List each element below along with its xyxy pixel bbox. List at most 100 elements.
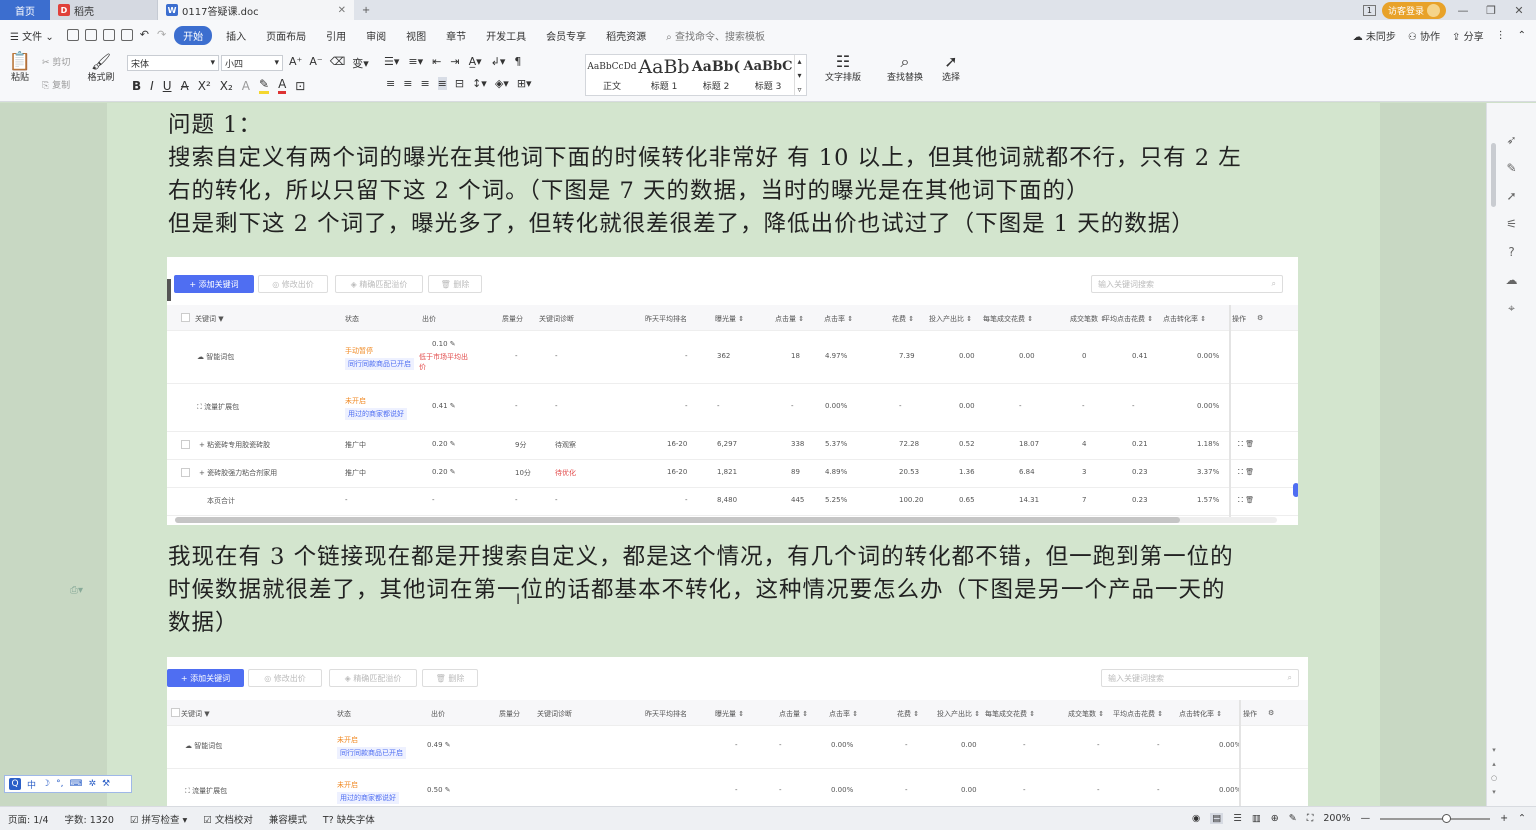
font-size-select[interactable]: 小四 ▾ xyxy=(221,55,283,71)
close-tab-icon[interactable]: ✕ xyxy=(338,5,346,16)
find-replace-button[interactable]: ⌕ 查找替换 xyxy=(880,54,930,84)
strikethrough-icon[interactable]: A̶ xyxy=(181,79,189,93)
justify-icon[interactable]: ≡ xyxy=(437,77,447,90)
menu-view[interactable]: 视图 xyxy=(396,28,436,43)
eye-protection-icon[interactable]: ◉ xyxy=(1192,813,1200,824)
zoom-in-icon[interactable]: + xyxy=(1500,813,1508,824)
shrink-font-icon[interactable]: A⁻ xyxy=(309,55,322,71)
word-count[interactable]: 字数: 1320 xyxy=(57,812,122,826)
menu-references[interactable]: 引用 xyxy=(316,28,356,43)
ime-toolbar[interactable]: Q 中 ☽ °, ⌨ ✲ ⚒ xyxy=(4,775,132,793)
doc-proofread[interactable]: ☑ 文档校对 xyxy=(195,812,261,826)
more-icon[interactable]: ⋮ xyxy=(1496,30,1506,41)
missing-font[interactable]: T? 缺失字体 xyxy=(315,812,383,826)
command-search[interactable]: ⌕ 查找命令、搜索模板 xyxy=(656,28,775,43)
embedded-screenshot-2[interactable]: + 添加关键词 ◎ 修改出价 ◈ 精确匹配溢价 🗑 删除 输入关键词搜索 ⌕ 关键… xyxy=(167,657,1308,806)
page-view-icon[interactable]: ▤ xyxy=(1210,813,1224,824)
new-tab-button[interactable]: + xyxy=(354,0,378,20)
menu-chapter[interactable]: 章节 xyxy=(436,28,476,43)
menu-review[interactable]: 审阅 xyxy=(356,28,396,43)
embedded-screenshot-1[interactable]: + 添加关键词 ◎ 修改出价 ◈ 精确匹配溢价 🗑 删除 输入关键词搜索 ⌕ 关键… xyxy=(167,257,1298,525)
chinese-layout-icon[interactable]: A̲▾ xyxy=(469,55,482,68)
vertical-scrollbar[interactable] xyxy=(1491,143,1496,207)
tab-document[interactable]: W 0117答疑课.doc ✕ xyxy=(158,0,354,20)
bullet-list-icon[interactable]: ☰▾ xyxy=(384,55,399,68)
reading-view-icon[interactable]: ▥ xyxy=(1252,813,1261,824)
print-preview-icon[interactable] xyxy=(120,29,133,41)
italic-icon[interactable]: I xyxy=(150,79,154,93)
page-nav-icons[interactable]: ▾ ▴ ○ ▾ xyxy=(1490,743,1498,799)
web-view-icon[interactable]: ⊕ xyxy=(1271,813,1279,824)
export-pdf-icon[interactable] xyxy=(84,29,97,41)
underline-icon[interactable]: U xyxy=(163,79,172,93)
document-page[interactable]: 问题 1： 搜索自定义有两个词的曝光在其他词下面的时候转化非常好 有 10 以上… xyxy=(107,103,1380,806)
shading-icon[interactable]: ◈▾ xyxy=(495,77,509,90)
font-name-select[interactable]: 宋体 ▾ xyxy=(127,55,219,71)
guest-login-button[interactable]: 访客登录 xyxy=(1381,1,1446,19)
phonetic-icon[interactable]: 变▾ xyxy=(352,55,369,71)
highlight-icon[interactable]: ✎ xyxy=(259,77,270,94)
grow-font-icon[interactable]: A⁺ xyxy=(289,55,302,71)
collaborate-button[interactable]: ⚇ 协作 xyxy=(1408,28,1440,43)
menu-insert[interactable]: 插入 xyxy=(216,28,256,43)
help-icon[interactable]: ? xyxy=(1505,245,1519,259)
write-view-icon[interactable]: ✎ xyxy=(1289,813,1297,824)
outdent-icon[interactable]: ⇤ xyxy=(432,55,441,68)
tab-home[interactable]: 首页 xyxy=(0,0,50,20)
show-marks-icon[interactable]: ¶ xyxy=(514,55,521,68)
copy-button[interactable]: ⎘ 复制 xyxy=(42,78,70,91)
sliders-icon[interactable]: ⚟ xyxy=(1505,217,1519,231)
format-painter-button[interactable]: 🖌 格式刷 xyxy=(86,54,116,84)
close-window-icon[interactable]: ✕ xyxy=(1508,4,1530,17)
collapse-ribbon-icon[interactable]: ⌃ xyxy=(1518,30,1526,41)
file-menu[interactable]: ☰ 文件 ⌄ xyxy=(0,28,64,43)
cut-button[interactable]: ✂ 剪切 xyxy=(42,55,70,68)
tab-docer[interactable]: D 稻壳 xyxy=(50,0,158,20)
menu-member[interactable]: 会员专享 xyxy=(536,28,596,43)
style-heading-1[interactable]: AaBb 标题 1 xyxy=(638,55,690,95)
clear-format-icon[interactable]: ⌫ xyxy=(330,55,346,71)
redo-icon[interactable]: ↷ xyxy=(157,27,166,43)
align-right-icon[interactable]: ≡ xyxy=(420,77,429,90)
indent-icon[interactable]: ⇥ xyxy=(450,55,459,68)
style-scroll-icon[interactable]: ▴ ▾ ▿ xyxy=(794,55,804,95)
undo-icon[interactable]: ↶ xyxy=(140,27,149,43)
fit-page-icon[interactable]: ⛶ xyxy=(1307,813,1314,824)
borders-icon[interactable]: ⊞▾ xyxy=(517,77,532,90)
page-indicator[interactable]: 页面: 1/4 xyxy=(0,812,57,826)
bold-icon[interactable]: B xyxy=(132,79,141,93)
line-spacing-icon[interactable]: ↕▾ xyxy=(472,77,487,90)
menu-docer-resources[interactable]: 稻壳资源 xyxy=(596,28,656,43)
line-break-icon[interactable]: ↲▾ xyxy=(491,55,506,68)
pointer-icon[interactable]: ➚ xyxy=(1505,189,1519,203)
print-icon[interactable] xyxy=(102,29,115,41)
style-normal[interactable]: AaBbCcDd 正文 xyxy=(586,55,638,95)
distributed-icon[interactable]: ⊟ xyxy=(455,77,464,90)
zoom-slider[interactable] xyxy=(1380,813,1491,823)
subscript-icon[interactable]: X₂ xyxy=(220,79,233,93)
save-icon[interactable] xyxy=(66,29,79,41)
text-layout-button[interactable]: ☷ 文字排版 xyxy=(818,54,868,84)
align-center-icon[interactable]: ≡ xyxy=(403,77,412,90)
select-button[interactable]: ➚ 选择 xyxy=(936,54,966,84)
restore-icon[interactable]: ❐ xyxy=(1480,4,1502,17)
zoom-out-icon[interactable]: — xyxy=(1361,813,1371,824)
style-heading-2[interactable]: AaBb(标题 2 xyxy=(690,55,742,95)
superscript-icon[interactable]: X² xyxy=(198,79,211,93)
char-border-icon[interactable]: ⊡ xyxy=(295,79,305,93)
rocket-icon[interactable]: ➶ xyxy=(1505,133,1519,147)
menu-developer[interactable]: 开发工具 xyxy=(476,28,536,43)
sync-status[interactable]: ☁ 未同步 xyxy=(1353,28,1396,43)
menu-start[interactable]: 开始 xyxy=(174,25,213,45)
font-color-icon[interactable]: A xyxy=(278,77,287,94)
zoom-level[interactable]: 200% xyxy=(1323,813,1350,824)
outline-view-icon[interactable]: ☰ xyxy=(1233,813,1242,824)
pen-icon[interactable]: ✎ xyxy=(1505,161,1519,175)
align-left-icon[interactable]: ≡ xyxy=(386,77,395,90)
share-button[interactable]: ⇪ 分享 xyxy=(1452,28,1484,43)
spell-check[interactable]: ☑ 拼写检查 ▾ xyxy=(122,812,195,826)
style-heading-3[interactable]: AaBbC 标题 3 xyxy=(742,55,794,95)
menu-page-layout[interactable]: 页面布局 xyxy=(256,28,316,43)
expand-icon[interactable]: ⌃ xyxy=(1518,813,1526,824)
cloud-icon[interactable]: ☁ xyxy=(1505,273,1519,287)
